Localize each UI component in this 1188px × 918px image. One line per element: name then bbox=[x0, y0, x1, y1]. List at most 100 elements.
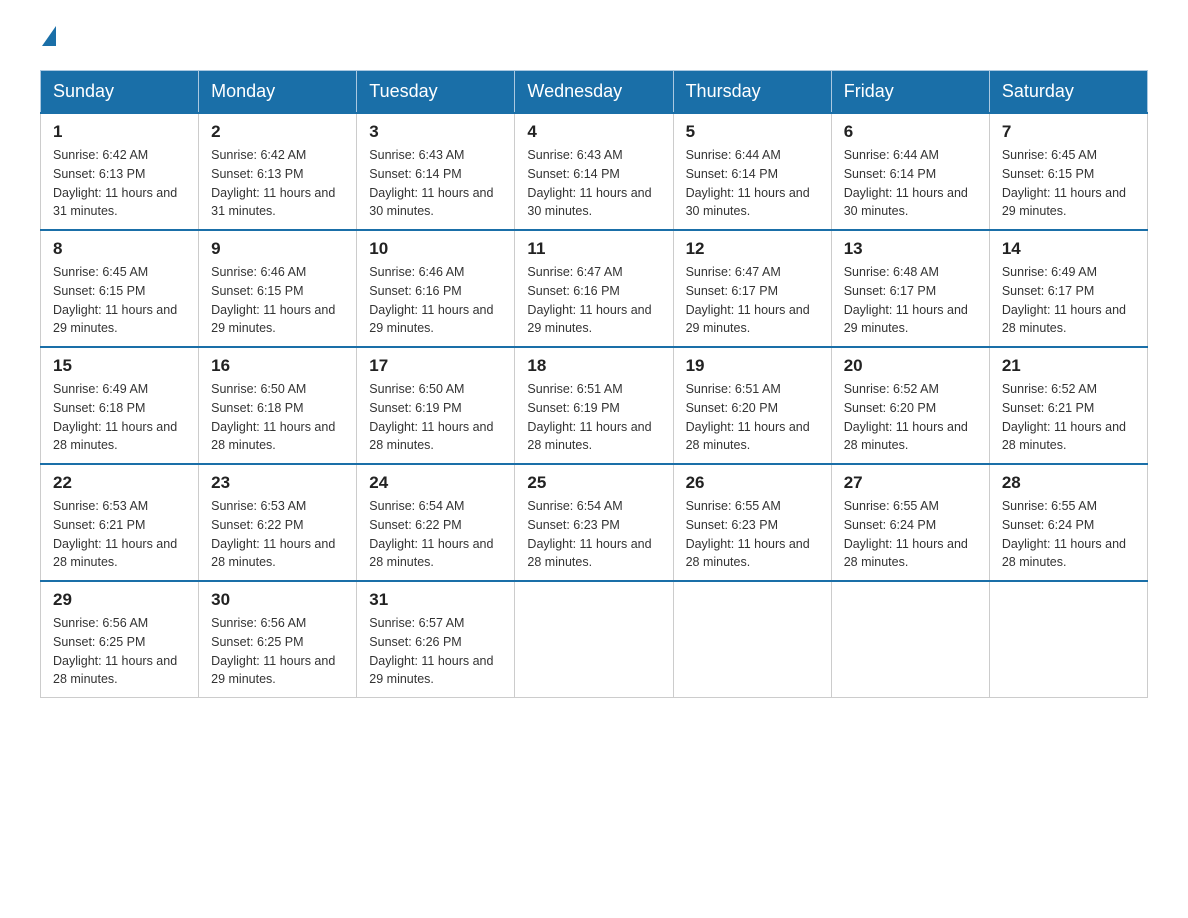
sunset-label: Sunset: 6:15 PM bbox=[1002, 167, 1094, 181]
sunrise-label: Sunrise: 6:55 AM bbox=[1002, 499, 1097, 513]
day-info: Sunrise: 6:43 AM Sunset: 6:14 PM Dayligh… bbox=[527, 146, 660, 221]
daylight-label: Daylight: 11 hours and 30 minutes. bbox=[844, 186, 968, 219]
day-number: 22 bbox=[53, 473, 186, 493]
calendar-table: SundayMondayTuesdayWednesdayThursdayFrid… bbox=[40, 70, 1148, 698]
day-number: 17 bbox=[369, 356, 502, 376]
day-number: 5 bbox=[686, 122, 819, 142]
daylight-label: Daylight: 11 hours and 31 minutes. bbox=[53, 186, 177, 219]
daylight-label: Daylight: 11 hours and 28 minutes. bbox=[211, 420, 335, 453]
sunrise-label: Sunrise: 6:53 AM bbox=[53, 499, 148, 513]
sunset-label: Sunset: 6:24 PM bbox=[1002, 518, 1094, 532]
calendar-cell: 27 Sunrise: 6:55 AM Sunset: 6:24 PM Dayl… bbox=[831, 464, 989, 581]
day-info: Sunrise: 6:54 AM Sunset: 6:23 PM Dayligh… bbox=[527, 497, 660, 572]
day-number: 27 bbox=[844, 473, 977, 493]
calendar-cell: 3 Sunrise: 6:43 AM Sunset: 6:14 PM Dayli… bbox=[357, 113, 515, 230]
daylight-label: Daylight: 11 hours and 28 minutes. bbox=[1002, 420, 1126, 453]
sunrise-label: Sunrise: 6:52 AM bbox=[1002, 382, 1097, 396]
day-number: 28 bbox=[1002, 473, 1135, 493]
weekday-header-thursday: Thursday bbox=[673, 71, 831, 114]
day-number: 20 bbox=[844, 356, 977, 376]
day-info: Sunrise: 6:46 AM Sunset: 6:16 PM Dayligh… bbox=[369, 263, 502, 338]
page-header bbox=[40, 30, 1148, 50]
sunrise-label: Sunrise: 6:44 AM bbox=[686, 148, 781, 162]
calendar-cell: 11 Sunrise: 6:47 AM Sunset: 6:16 PM Dayl… bbox=[515, 230, 673, 347]
calendar-cell: 14 Sunrise: 6:49 AM Sunset: 6:17 PM Dayl… bbox=[989, 230, 1147, 347]
sunset-label: Sunset: 6:16 PM bbox=[369, 284, 461, 298]
sunrise-label: Sunrise: 6:54 AM bbox=[369, 499, 464, 513]
sunrise-label: Sunrise: 6:57 AM bbox=[369, 616, 464, 630]
day-info: Sunrise: 6:57 AM Sunset: 6:26 PM Dayligh… bbox=[369, 614, 502, 689]
daylight-label: Daylight: 11 hours and 28 minutes. bbox=[53, 420, 177, 453]
calendar-cell: 8 Sunrise: 6:45 AM Sunset: 6:15 PM Dayli… bbox=[41, 230, 199, 347]
day-number: 9 bbox=[211, 239, 344, 259]
calendar-cell: 26 Sunrise: 6:55 AM Sunset: 6:23 PM Dayl… bbox=[673, 464, 831, 581]
weekday-header-monday: Monday bbox=[199, 71, 357, 114]
calendar-cell: 16 Sunrise: 6:50 AM Sunset: 6:18 PM Dayl… bbox=[199, 347, 357, 464]
daylight-label: Daylight: 11 hours and 29 minutes. bbox=[686, 303, 810, 336]
calendar-cell: 1 Sunrise: 6:42 AM Sunset: 6:13 PM Dayli… bbox=[41, 113, 199, 230]
sunrise-label: Sunrise: 6:48 AM bbox=[844, 265, 939, 279]
day-info: Sunrise: 6:55 AM Sunset: 6:23 PM Dayligh… bbox=[686, 497, 819, 572]
logo-triangle-icon bbox=[42, 26, 56, 46]
day-info: Sunrise: 6:56 AM Sunset: 6:25 PM Dayligh… bbox=[211, 614, 344, 689]
calendar-cell: 5 Sunrise: 6:44 AM Sunset: 6:14 PM Dayli… bbox=[673, 113, 831, 230]
day-number: 19 bbox=[686, 356, 819, 376]
calendar-cell: 17 Sunrise: 6:50 AM Sunset: 6:19 PM Dayl… bbox=[357, 347, 515, 464]
daylight-label: Daylight: 11 hours and 29 minutes. bbox=[1002, 186, 1126, 219]
sunrise-label: Sunrise: 6:43 AM bbox=[369, 148, 464, 162]
calendar-cell: 9 Sunrise: 6:46 AM Sunset: 6:15 PM Dayli… bbox=[199, 230, 357, 347]
day-info: Sunrise: 6:54 AM Sunset: 6:22 PM Dayligh… bbox=[369, 497, 502, 572]
daylight-label: Daylight: 11 hours and 28 minutes. bbox=[1002, 537, 1126, 570]
daylight-label: Daylight: 11 hours and 28 minutes. bbox=[527, 537, 651, 570]
sunset-label: Sunset: 6:14 PM bbox=[369, 167, 461, 181]
calendar-cell: 18 Sunrise: 6:51 AM Sunset: 6:19 PM Dayl… bbox=[515, 347, 673, 464]
calendar-cell: 15 Sunrise: 6:49 AM Sunset: 6:18 PM Dayl… bbox=[41, 347, 199, 464]
sunset-label: Sunset: 6:25 PM bbox=[211, 635, 303, 649]
day-number: 1 bbox=[53, 122, 186, 142]
sunset-label: Sunset: 6:22 PM bbox=[369, 518, 461, 532]
day-number: 15 bbox=[53, 356, 186, 376]
day-info: Sunrise: 6:46 AM Sunset: 6:15 PM Dayligh… bbox=[211, 263, 344, 338]
calendar-week-row: 1 Sunrise: 6:42 AM Sunset: 6:13 PM Dayli… bbox=[41, 113, 1148, 230]
daylight-label: Daylight: 11 hours and 29 minutes. bbox=[369, 303, 493, 336]
weekday-header-row: SundayMondayTuesdayWednesdayThursdayFrid… bbox=[41, 71, 1148, 114]
day-number: 13 bbox=[844, 239, 977, 259]
calendar-cell bbox=[515, 581, 673, 698]
weekday-header-saturday: Saturday bbox=[989, 71, 1147, 114]
daylight-label: Daylight: 11 hours and 29 minutes. bbox=[211, 303, 335, 336]
calendar-cell: 28 Sunrise: 6:55 AM Sunset: 6:24 PM Dayl… bbox=[989, 464, 1147, 581]
sunrise-label: Sunrise: 6:50 AM bbox=[369, 382, 464, 396]
sunrise-label: Sunrise: 6:51 AM bbox=[686, 382, 781, 396]
daylight-label: Daylight: 11 hours and 28 minutes. bbox=[211, 537, 335, 570]
day-number: 24 bbox=[369, 473, 502, 493]
day-number: 21 bbox=[1002, 356, 1135, 376]
day-number: 12 bbox=[686, 239, 819, 259]
day-number: 7 bbox=[1002, 122, 1135, 142]
sunset-label: Sunset: 6:17 PM bbox=[844, 284, 936, 298]
day-number: 16 bbox=[211, 356, 344, 376]
weekday-header-tuesday: Tuesday bbox=[357, 71, 515, 114]
sunrise-label: Sunrise: 6:50 AM bbox=[211, 382, 306, 396]
day-info: Sunrise: 6:42 AM Sunset: 6:13 PM Dayligh… bbox=[211, 146, 344, 221]
sunrise-label: Sunrise: 6:55 AM bbox=[844, 499, 939, 513]
day-number: 6 bbox=[844, 122, 977, 142]
day-number: 26 bbox=[686, 473, 819, 493]
sunset-label: Sunset: 6:13 PM bbox=[53, 167, 145, 181]
sunset-label: Sunset: 6:14 PM bbox=[527, 167, 619, 181]
calendar-cell: 13 Sunrise: 6:48 AM Sunset: 6:17 PM Dayl… bbox=[831, 230, 989, 347]
sunrise-label: Sunrise: 6:54 AM bbox=[527, 499, 622, 513]
day-number: 18 bbox=[527, 356, 660, 376]
day-info: Sunrise: 6:56 AM Sunset: 6:25 PM Dayligh… bbox=[53, 614, 186, 689]
sunset-label: Sunset: 6:25 PM bbox=[53, 635, 145, 649]
sunset-label: Sunset: 6:17 PM bbox=[686, 284, 778, 298]
sunrise-label: Sunrise: 6:47 AM bbox=[686, 265, 781, 279]
daylight-label: Daylight: 11 hours and 29 minutes. bbox=[844, 303, 968, 336]
daylight-label: Daylight: 11 hours and 28 minutes. bbox=[686, 537, 810, 570]
day-number: 2 bbox=[211, 122, 344, 142]
day-number: 25 bbox=[527, 473, 660, 493]
calendar-cell: 10 Sunrise: 6:46 AM Sunset: 6:16 PM Dayl… bbox=[357, 230, 515, 347]
sunset-label: Sunset: 6:16 PM bbox=[527, 284, 619, 298]
day-info: Sunrise: 6:42 AM Sunset: 6:13 PM Dayligh… bbox=[53, 146, 186, 221]
day-number: 11 bbox=[527, 239, 660, 259]
daylight-label: Daylight: 11 hours and 29 minutes. bbox=[211, 654, 335, 687]
